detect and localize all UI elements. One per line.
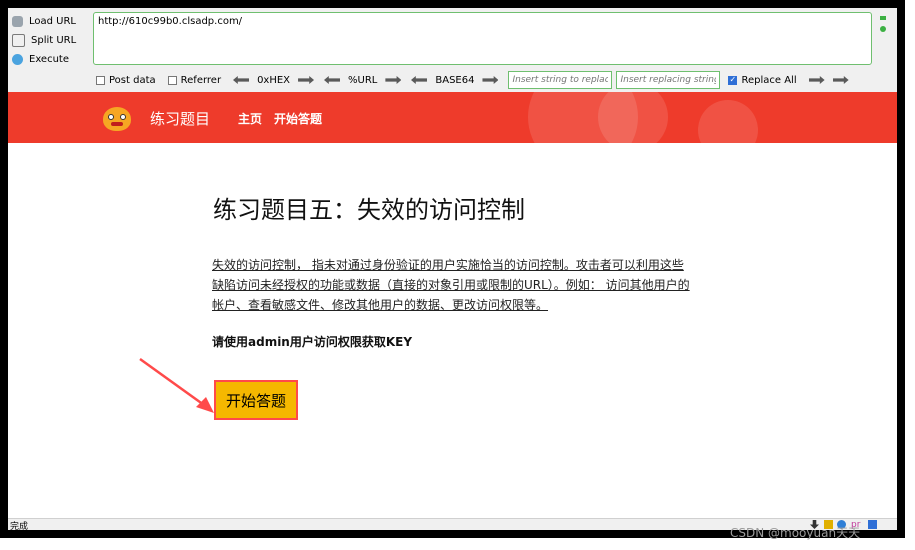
- post-data-label: Post data: [109, 74, 156, 86]
- load-url-icon: [12, 16, 23, 27]
- base64-label: BASE64: [435, 74, 475, 86]
- annotation-arrow-icon: [139, 357, 214, 413]
- load-url-label: Load URL: [29, 16, 77, 27]
- url-decode-arrow-icon[interactable]: [324, 76, 340, 84]
- watermark-text: CSDN @mooyuan天天: [730, 526, 861, 540]
- browser-window: Load URL Split URL Execute http://610c99…: [8, 8, 897, 530]
- start-answer-button[interactable]: 开始答题: [214, 380, 298, 420]
- referrer-option[interactable]: Referrer: [167, 74, 222, 86]
- main-nav: 主页 开始答题: [238, 110, 334, 127]
- post-data-checkbox[interactable]: [96, 75, 105, 85]
- page-title: 练习题目五：失效的访问控制: [213, 196, 525, 224]
- base64-encoder: BASE64: [411, 74, 499, 86]
- brand-title: 练习题目: [150, 110, 211, 128]
- lantern-decoration: [598, 92, 668, 143]
- base64-decode-arrow-icon[interactable]: [411, 76, 427, 84]
- hackbar-options: Post data Referrer 0xHEX %URL BASE64 Ins…: [96, 71, 896, 89]
- url-encode-arrow-icon[interactable]: [385, 76, 402, 84]
- replace-all-label: Replace All: [741, 74, 797, 86]
- replace-all-checkbox[interactable]: [728, 75, 738, 85]
- load-url-button[interactable]: Load URL: [12, 12, 90, 31]
- url-encoder: %URL: [324, 74, 402, 86]
- hex-label: 0xHEX: [257, 74, 291, 86]
- extension-icon[interactable]: [868, 520, 877, 529]
- hex-encode-arrow-icon[interactable]: [298, 76, 315, 84]
- lion-logo-icon: [100, 104, 134, 132]
- instruction-text: 请使用admin用户访问权限获取KEY: [212, 335, 413, 349]
- replace-all-option[interactable]: Replace All: [728, 74, 797, 86]
- split-url-button[interactable]: Split URL: [12, 31, 90, 50]
- status-text: 完成: [10, 522, 29, 530]
- replace-extra-arrow-icon[interactable]: [832, 76, 849, 84]
- hackbar-toolbar: Load URL Split URL Execute http://610c99…: [8, 8, 897, 92]
- nav-item-start[interactable]: 开始答题: [274, 110, 322, 127]
- split-url-label: Split URL: [31, 35, 77, 46]
- execute-button[interactable]: Execute: [12, 50, 90, 69]
- status-dot-icon: [880, 26, 886, 32]
- base64-encode-arrow-icon[interactable]: [482, 76, 499, 84]
- main-content: 练习题目五：失效的访问控制 失效的访问控制， 指未对通过身份验证的用户实施恰当的…: [8, 143, 897, 518]
- hackbar-side-controls: [880, 16, 886, 32]
- insert-replacing-input[interactable]: [616, 71, 721, 89]
- hex-decode-arrow-icon[interactable]: [233, 76, 249, 84]
- description-text: 失效的访问控制， 指未对通过身份验证的用户实施恰当的访问控制。攻击者可以利用这些…: [212, 258, 690, 312]
- url-enc-label: %URL: [348, 74, 378, 86]
- split-url-icon: [12, 34, 25, 47]
- insert-string-input[interactable]: [508, 71, 613, 89]
- post-data-option[interactable]: Post data: [96, 75, 156, 86]
- collapse-icon[interactable]: [880, 16, 886, 20]
- referrer-label: Referrer: [180, 74, 222, 86]
- hackbar-actions: Load URL Split URL Execute: [12, 12, 90, 69]
- replace-run-arrow-icon[interactable]: [808, 76, 825, 84]
- url-input[interactable]: http://610c99b0.clsadp.com/: [93, 12, 872, 65]
- referrer-checkbox[interactable]: [167, 75, 177, 85]
- hex-encoder: 0xHEX: [233, 74, 315, 86]
- nav-item-home[interactable]: 主页: [238, 110, 262, 127]
- lantern-decoration: [698, 100, 758, 143]
- site-header: 练习题目 主页 开始答题: [8, 92, 897, 143]
- execute-icon: [12, 54, 23, 65]
- execute-label: Execute: [29, 54, 69, 65]
